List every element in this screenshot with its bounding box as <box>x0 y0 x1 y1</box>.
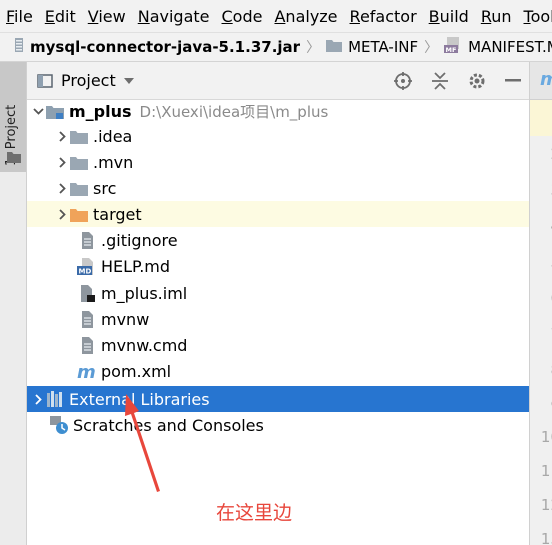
tree-item-label: .mvn <box>93 152 134 172</box>
tree-item-label: Scratches and Consoles <box>73 415 264 435</box>
file-icon <box>77 231 97 249</box>
svg-text:MD: MD <box>79 267 92 275</box>
collapsed-arrow-icon[interactable] <box>31 393 45 405</box>
tool-window-strip: 1: Project <box>0 62 27 545</box>
collapsed-arrow-icon[interactable] <box>55 182 69 194</box>
collapsed-arrow-icon[interactable] <box>55 130 69 142</box>
line-number: 1 <box>530 106 552 124</box>
svg-text:m: m <box>77 363 96 380</box>
breadcrumb-file[interactable]: MANIFEST.MF <box>468 38 552 56</box>
folder-icon <box>69 179 89 197</box>
tree-item-pom-xml[interactable]: m pom.xml <box>27 358 529 384</box>
menu-code[interactable]: Code <box>222 7 263 26</box>
project-tree: m_plus D:\Xuexi\idea项目\m_plus .idea .mvn… <box>27 100 529 545</box>
breadcrumb-separator-icon: 〉 <box>306 40 321 56</box>
tree-root-m-plus[interactable]: m_plus D:\Xuexi\idea项目\m_plus <box>27 98 529 124</box>
manifest-file-icon: MF <box>444 37 462 57</box>
line-number: 11 <box>540 462 552 480</box>
file-icon <box>77 310 97 328</box>
tree-item-scratches[interactable]: Scratches and Consoles <box>27 412 529 438</box>
line-number: 12 <box>540 496 552 514</box>
project-panel-header: Project <box>27 62 529 100</box>
menu-view[interactable]: View <box>88 7 126 26</box>
menu-run[interactable]: Run <box>481 7 512 26</box>
breadcrumb-separator-icon: 〉 <box>424 40 439 56</box>
expanded-arrow-icon[interactable] <box>31 107 45 115</box>
collapsed-arrow-icon[interactable] <box>55 208 69 220</box>
svg-text:MF: MF <box>446 46 457 53</box>
iml-file-icon <box>77 284 97 302</box>
menu-edit[interactable]: Edit <box>45 7 76 26</box>
collapsed-arrow-icon[interactable] <box>55 156 69 168</box>
libraries-icon <box>45 390 65 408</box>
breadcrumb-folder[interactable]: META-INF <box>348 38 418 56</box>
tree-root-path: D:\Xuexi\idea项目\m_plus <box>139 102 329 121</box>
gear-icon[interactable] <box>467 71 487 91</box>
tree-item-mvnw[interactable]: mvnw <box>27 306 529 332</box>
collapse-all-icon[interactable] <box>431 71 449 91</box>
project-icon <box>37 73 53 89</box>
menu-tools[interactable]: Tools <box>524 7 552 26</box>
menu-bar: File Edit View Navigate Code Analyze Ref… <box>0 0 552 32</box>
tree-item-m-plus-iml[interactable]: m_plus.iml <box>27 280 529 306</box>
menu-navigate[interactable]: Navigate <box>138 7 210 26</box>
line-number: 6 <box>530 289 552 307</box>
menu-analyze[interactable]: Analyze <box>274 7 337 26</box>
tree-item-label: m_plus.iml <box>101 283 188 303</box>
tree-item-label: mvnw <box>101 309 150 329</box>
markdown-icon: MD <box>77 257 97 275</box>
menu-build[interactable]: Build <box>429 7 469 26</box>
line-number: 4 <box>530 217 552 235</box>
folder-icon <box>326 38 343 56</box>
panel-toolbar <box>393 71 521 91</box>
tree-root-label: m_plus <box>69 101 132 121</box>
locate-icon[interactable] <box>393 71 413 91</box>
folder-orange-icon <box>69 205 89 223</box>
line-number: 10 <box>540 428 552 446</box>
line-number: 2 <box>530 145 552 163</box>
folder-icon <box>69 153 89 171</box>
line-number: 3 <box>530 181 552 199</box>
tree-item-gitignore[interactable]: .gitignore <box>27 227 529 253</box>
tree-item-target[interactable]: target <box>27 201 529 227</box>
tree-item-label: pom.xml <box>101 361 172 381</box>
scratches-icon <box>49 416 69 434</box>
line-number: 13 <box>540 530 552 545</box>
breadcrumb-jar[interactable]: mysql-connector-java-5.1.37.jar <box>30 38 300 56</box>
file-icon <box>77 336 97 354</box>
folder-icon <box>7 148 21 167</box>
project-panel-title: Project <box>61 71 116 90</box>
tree-item-label: HELP.md <box>101 256 171 276</box>
hide-panel-icon[interactable] <box>505 79 521 83</box>
tree-item-label: target <box>93 204 142 224</box>
tree-item-help-md[interactable]: MD HELP.md <box>27 253 529 279</box>
tree-item-label: .idea <box>93 126 133 146</box>
tree-item-label: External Libraries <box>69 389 210 409</box>
project-view-selector[interactable]: Project <box>37 71 134 90</box>
maven-icon: m <box>540 69 552 90</box>
tree-item-idea[interactable]: .idea <box>27 123 529 149</box>
menu-file[interactable]: File <box>6 7 33 26</box>
line-number: 7 <box>530 325 552 343</box>
menu-refactor[interactable]: Refactor <box>350 7 417 26</box>
editor-tab[interactable]: m <box>530 62 552 100</box>
editor-gutter: m 1 2 3 4 5 6 7 8 9 10 11 12 13 <box>529 62 552 545</box>
line-number: 9 <box>530 397 552 415</box>
maven-icon: m <box>77 362 97 380</box>
folder-icon <box>69 127 89 145</box>
tree-item-mvnw-cmd[interactable]: mvnw.cmd <box>27 332 529 358</box>
module-folder-icon <box>45 102 65 120</box>
dropdown-icon <box>123 77 134 84</box>
tree-item-label: .gitignore <box>101 230 178 250</box>
line-number: 5 <box>530 253 552 271</box>
tree-item-label: src <box>93 178 117 198</box>
breadcrumb: mysql-connector-java-5.1.37.jar 〉 META-I… <box>0 32 552 62</box>
tree-item-mvn[interactable]: .mvn <box>27 149 529 175</box>
annotation-text: 在这里边 <box>216 502 293 524</box>
tree-item-src[interactable]: src <box>27 175 529 201</box>
tree-item-external-libraries[interactable]: External Libraries <box>27 386 529 412</box>
line-number: 8 <box>530 361 552 379</box>
tree-item-label: mvnw.cmd <box>101 335 188 355</box>
jar-icon <box>14 37 24 57</box>
